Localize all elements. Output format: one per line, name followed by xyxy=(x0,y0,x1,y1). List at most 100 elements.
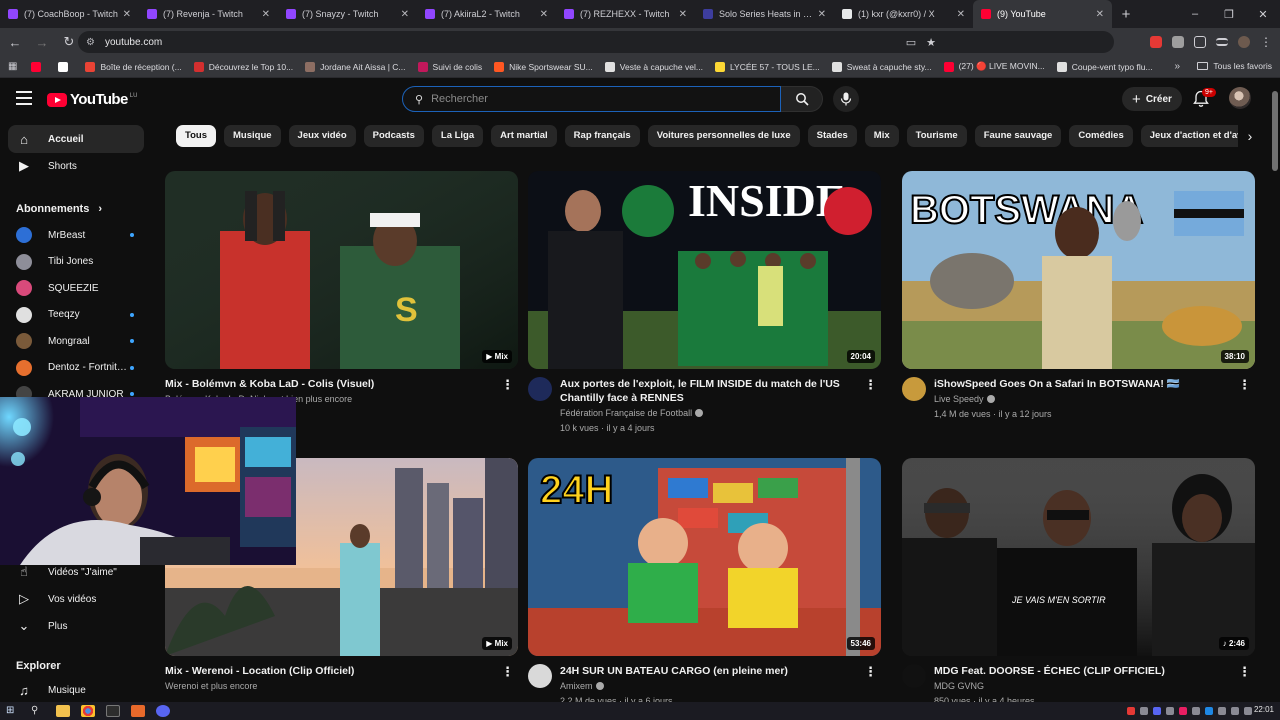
search-input[interactable] xyxy=(431,93,752,105)
tray-volume-icon[interactable] xyxy=(1244,707,1252,715)
video-title[interactable]: MDG Feat. DOORSE - ÉCHEC (CLIP OFFICIEL) xyxy=(934,664,1234,678)
profile-avatar-icon[interactable] xyxy=(1238,36,1250,48)
cast-icon[interactable]: ▭ xyxy=(906,36,916,49)
browser-tab[interactable]: (7) Snayzy - Twitch ✕ xyxy=(278,0,417,28)
subscription-item[interactable]: Dentoz - Fortnite ... xyxy=(8,354,144,382)
channel-name[interactable]: Fédération Française de Football xyxy=(560,406,704,420)
subscription-item[interactable]: MrBeast xyxy=(8,221,144,249)
channel-avatar[interactable] xyxy=(528,377,552,401)
video-thumbnail[interactable]: S ▶ Mix xyxy=(165,171,518,369)
browser-tab[interactable]: (7) REZHEXX - Twitch ✕ xyxy=(556,0,695,28)
tray-app-icon[interactable] xyxy=(1192,707,1200,715)
tab-close-icon[interactable]: ✕ xyxy=(401,9,409,20)
filter-chip[interactable]: Voitures personnelles de luxe xyxy=(647,125,800,147)
filter-chip[interactable]: Rap français xyxy=(564,125,640,147)
channel-avatar[interactable] xyxy=(528,664,552,688)
file-explorer-icon[interactable] xyxy=(56,705,70,717)
restore-icon[interactable]: ❐ xyxy=(1212,0,1246,28)
video-title[interactable]: 24H SUR UN BATEAU CARGO (en pleine mer) xyxy=(560,664,860,678)
browser-tab[interactable]: (7) CoachBoop - Twitch ✕ xyxy=(0,0,139,28)
hamburger-menu-icon[interactable] xyxy=(16,91,32,105)
more-options-icon[interactable]: ⋮ xyxy=(864,664,877,680)
tray-record-icon[interactable] xyxy=(1127,707,1135,715)
channel-name[interactable]: MDG GVNG xyxy=(934,679,984,693)
tab-close-icon[interactable]: ✕ xyxy=(818,9,826,20)
tray-app-icon[interactable] xyxy=(1166,707,1174,715)
channel-avatar[interactable] xyxy=(902,377,926,401)
bookmark-item[interactable]: LYCÉE 57 - TOUS LE... xyxy=(714,61,820,72)
more-options-icon[interactable]: ⋮ xyxy=(501,377,514,393)
filter-chip[interactable]: La Liga xyxy=(431,125,484,147)
obs-taskbar-icon[interactable] xyxy=(131,705,145,717)
back-icon[interactable]: ← xyxy=(3,30,27,54)
subscription-item[interactable]: Mongraal xyxy=(8,327,144,355)
tab-close-icon[interactable]: ✕ xyxy=(540,9,548,20)
filter-chip[interactable]: Stades xyxy=(807,125,857,147)
youtube-logo[interactable]: YouTube LU xyxy=(47,91,137,108)
extension-gray-icon[interactable] xyxy=(1172,36,1184,48)
bookmark-item[interactable] xyxy=(58,61,73,72)
browser-menu-icon[interactable]: ⋮ xyxy=(1260,35,1272,49)
tab-close-icon[interactable]: ✕ xyxy=(1096,9,1104,20)
subscription-item[interactable]: Tibi Jones xyxy=(8,248,144,276)
filter-chip[interactable]: Mix xyxy=(864,125,899,147)
bookmark-item[interactable]: Nike Sportswear SU... xyxy=(494,61,593,72)
app-taskbar-icon[interactable] xyxy=(106,705,120,717)
video-thumbnail[interactable]: 24H 53:46 xyxy=(528,458,881,656)
bookmark-item[interactable]: Suivi de colis xyxy=(417,61,482,72)
chrome-taskbar-icon[interactable] xyxy=(81,705,95,717)
channel-name[interactable]: Amixem xyxy=(560,679,604,693)
filter-chip[interactable]: Jeux vidéo xyxy=(288,125,356,147)
browser-tab[interactable]: (7) Revenja - Twitch ✕ xyxy=(139,0,278,28)
tray-wifi-icon[interactable] xyxy=(1231,707,1239,715)
video-title[interactable]: Mix - Werenoi - Location (Clip Officiel) xyxy=(165,664,465,678)
extension-red-icon[interactable] xyxy=(1150,36,1162,48)
bookmarks-overflow-icon[interactable]: » xyxy=(1174,61,1180,72)
browser-tab[interactable]: (9) YouTube ✕ xyxy=(973,0,1112,28)
address-bar[interactable]: ⚙ youtube.com ▭ ★ xyxy=(78,31,1114,53)
chips-next-arrow-icon[interactable]: › xyxy=(1238,125,1262,147)
site-info-icon[interactable]: ⚙ xyxy=(86,37,95,48)
forward-icon[interactable]: → xyxy=(30,30,54,54)
apps-grid-icon[interactable]: ▦ xyxy=(8,61,17,72)
tray-app-icon[interactable] xyxy=(1140,707,1148,715)
video-title[interactable]: Mix - Bolémvn & Koba LaD - Colis (Visuel… xyxy=(165,377,465,391)
channel-name[interactable]: Werenoi et plus encore xyxy=(165,679,257,693)
create-button[interactable]: + Créer xyxy=(1122,87,1182,111)
taskbar-search-icon[interactable]: ⚲ xyxy=(31,705,45,717)
more-options-icon[interactable]: ⋮ xyxy=(1238,664,1251,680)
bookmark-item[interactable]: Coupe-vent typo flu... xyxy=(1056,61,1153,72)
bookmark-item[interactable]: (27) 🔴 LIVE MOVIN... xyxy=(943,61,1045,72)
filter-chip[interactable]: Art martial xyxy=(491,125,557,147)
bookmark-item[interactable]: Sweat à capuche sty... xyxy=(831,61,932,72)
bookmark-item[interactable]: Jordane Ait Aissa | C... xyxy=(305,61,406,72)
discord-taskbar-icon[interactable] xyxy=(156,705,170,717)
tray-discord-icon[interactable] xyxy=(1153,707,1161,715)
search-button[interactable] xyxy=(781,86,823,112)
subscription-item[interactable]: SQUEEZIE xyxy=(8,274,144,302)
filter-chip[interactable]: Comédies xyxy=(1069,125,1133,147)
windows-start-icon[interactable]: ⊞ xyxy=(6,705,20,717)
filter-chip[interactable]: Tourisme xyxy=(906,125,967,147)
sidebar-item-home[interactable]: ⌂ Accueil xyxy=(8,125,144,153)
video-title[interactable]: Aux portes de l'exploit, le FILM INSIDE … xyxy=(560,377,860,405)
bookmark-item[interactable]: Découvrez le Top 10... xyxy=(193,61,293,72)
all-bookmarks-button[interactable]: Tous les favoris xyxy=(1197,61,1272,71)
filter-chip[interactable]: Tous xyxy=(176,125,216,147)
browser-tab[interactable]: Solo Series Heats in Europ ✕ xyxy=(695,0,834,28)
video-thumbnail[interactable]: INSIDE 20:04 xyxy=(528,171,881,369)
more-options-icon[interactable]: ⋮ xyxy=(1238,377,1251,393)
scrollbar-thumb[interactable] xyxy=(1272,91,1278,171)
new-tab-button[interactable]: + xyxy=(1112,0,1140,28)
close-window-icon[interactable]: ✕ xyxy=(1246,0,1280,28)
browser-tab[interactable]: (7) AkiiraL2 - Twitch ✕ xyxy=(417,0,556,28)
channel-name[interactable]: Live Speedy xyxy=(934,392,995,406)
channel-avatar[interactable] xyxy=(902,664,926,688)
filter-chip[interactable]: Faune sauvage xyxy=(974,125,1062,147)
bookmark-item[interactable]: Veste à capuche vel... xyxy=(604,61,703,72)
subscription-item[interactable]: Teeqzy xyxy=(8,301,144,329)
tray-app-icon[interactable] xyxy=(1179,707,1187,715)
filter-chip[interactable]: Podcasts xyxy=(363,125,424,147)
sidebar-item-your-videos[interactable]: ▷ Vos vidéos xyxy=(8,585,144,613)
sidebar-item-shorts[interactable]: ▶ Shorts xyxy=(8,152,144,180)
